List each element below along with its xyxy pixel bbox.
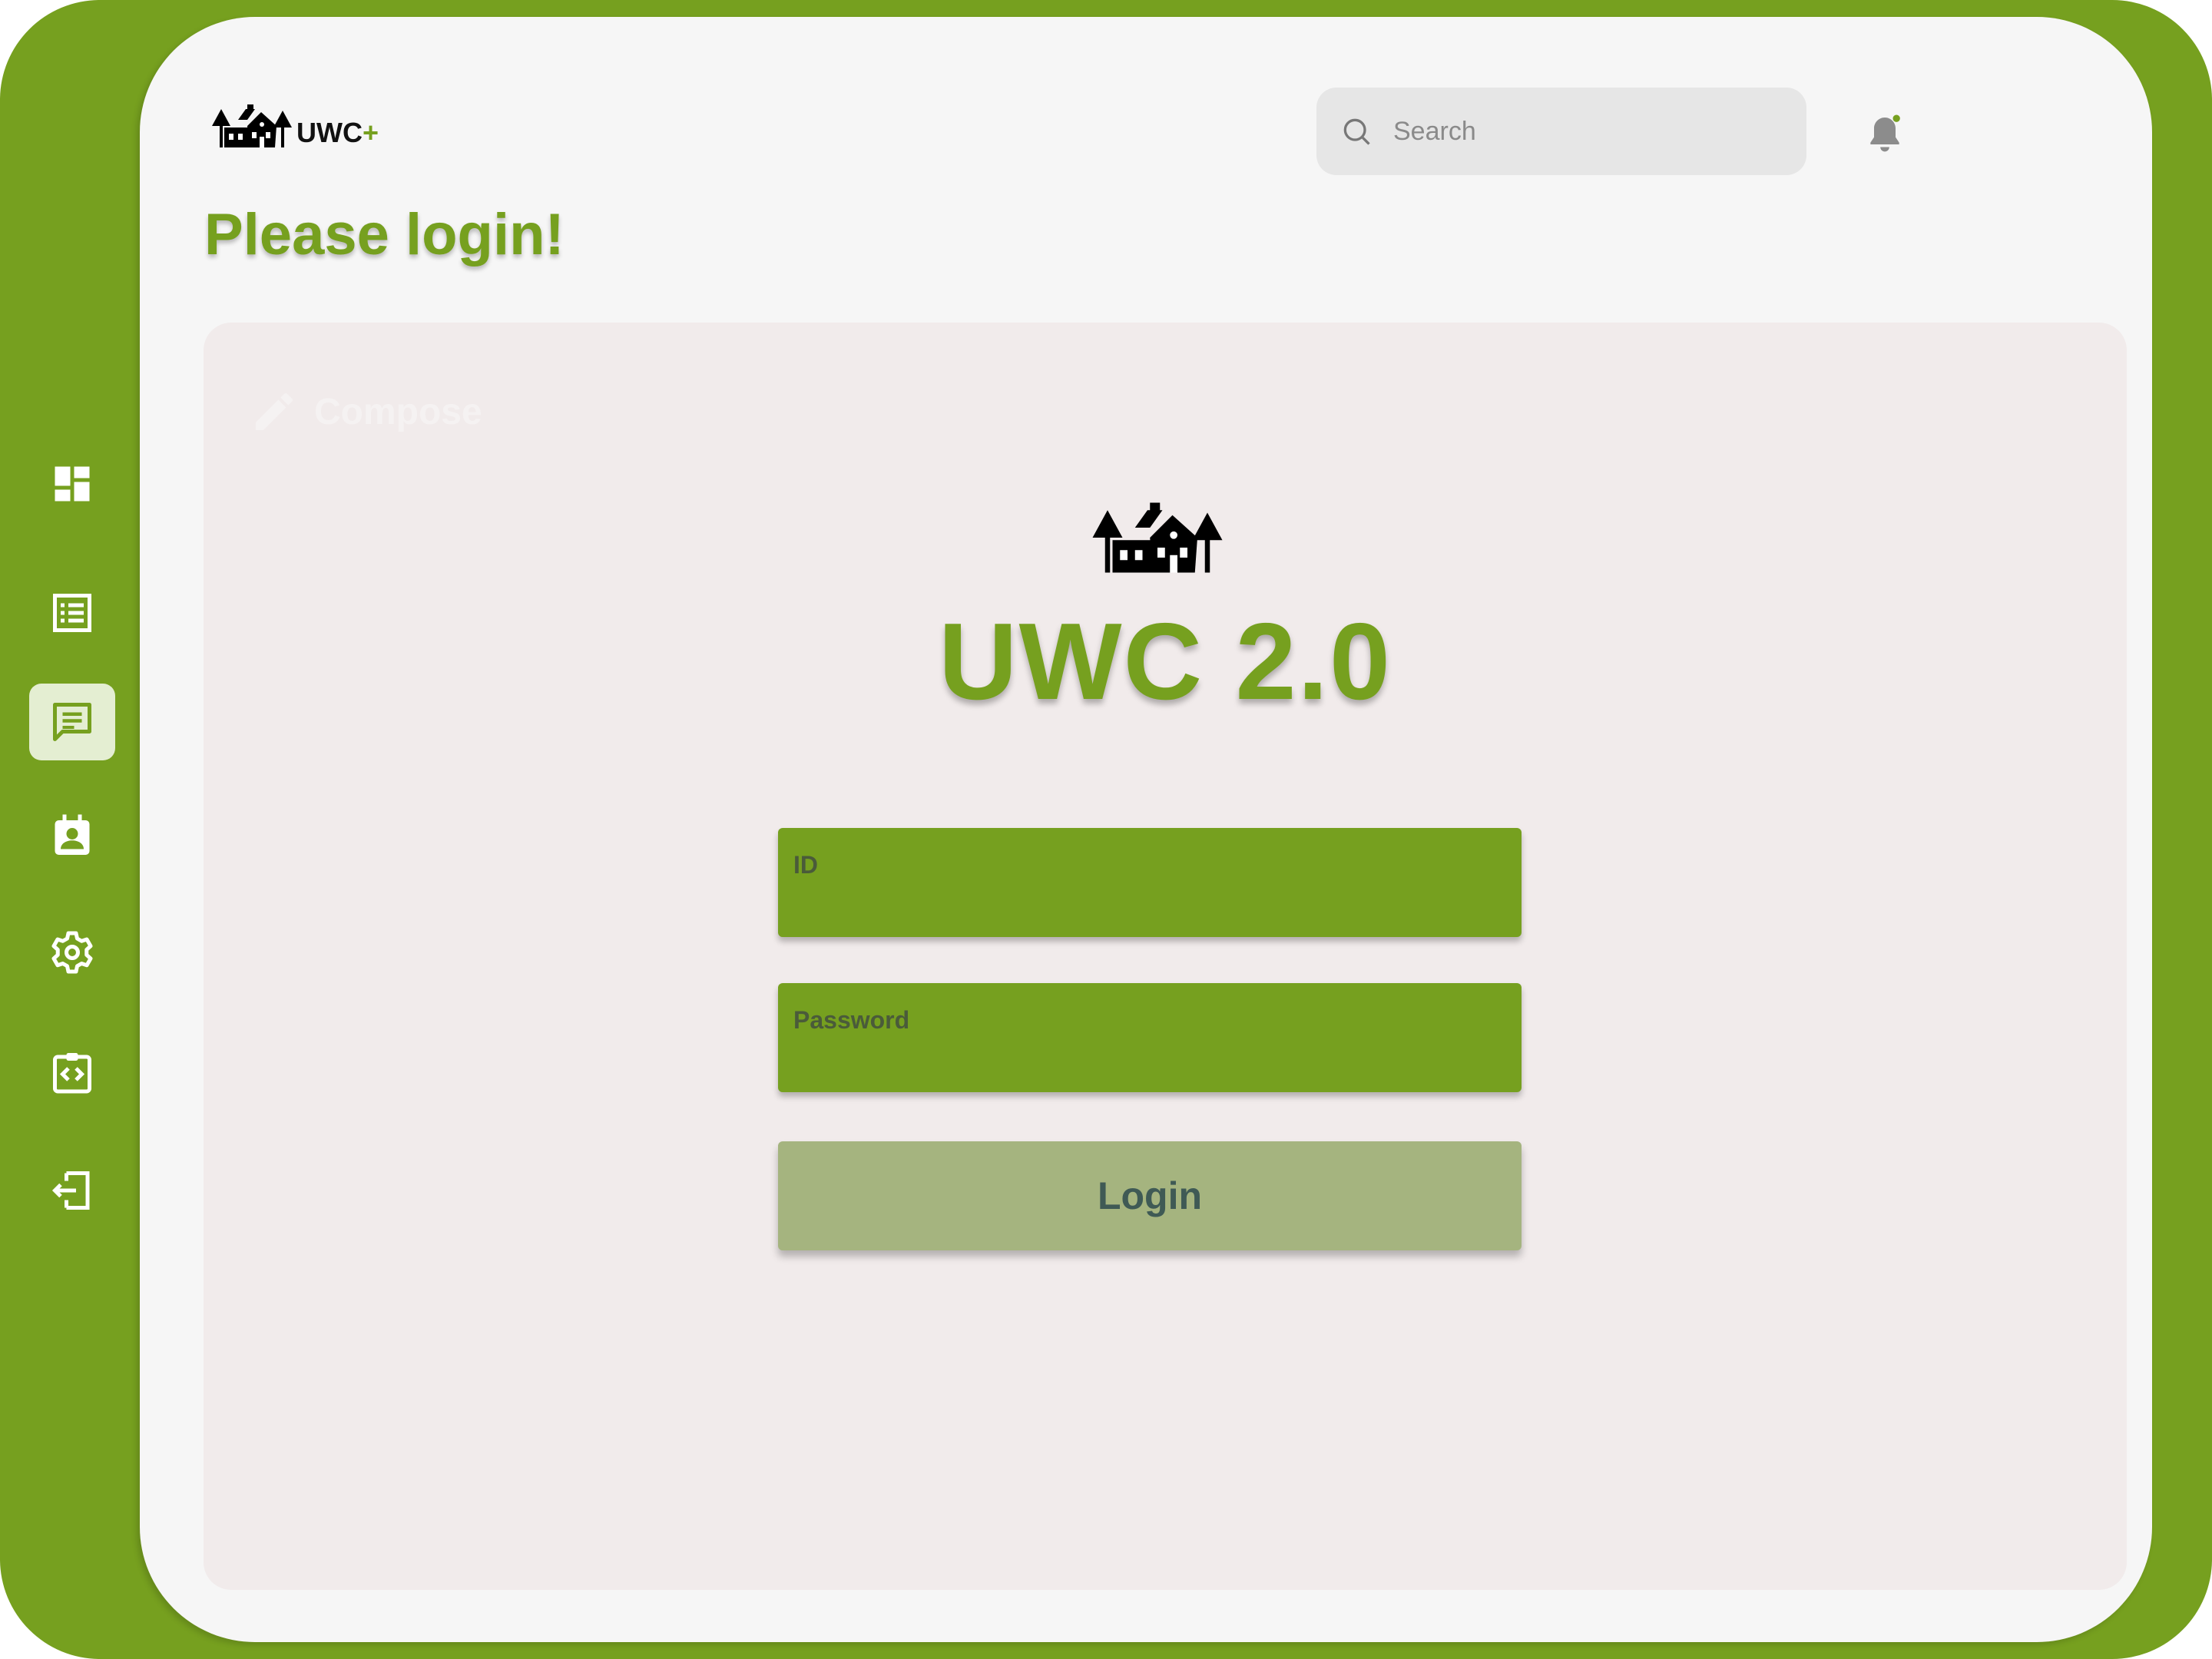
id-input[interactable] (793, 886, 1503, 926)
sidebar-item-settings[interactable] (29, 914, 115, 991)
code-clipboard-icon (53, 1053, 91, 1094)
contact-calendar-icon (55, 814, 90, 855)
compose-ghost: Compose (250, 387, 482, 436)
sidebar-item-dashboard[interactable] (29, 445, 115, 522)
id-field[interactable]: ID (778, 828, 1522, 937)
password-input[interactable] (793, 1041, 1503, 1081)
message-icon (53, 703, 91, 741)
notification-bell-icon[interactable] (1863, 111, 1906, 157)
compose-ghost-label: Compose (314, 391, 482, 432)
pencil-icon (256, 393, 293, 430)
search-bar[interactable] (1316, 88, 1806, 175)
search-input[interactable] (1392, 115, 1794, 147)
logout-icon (51, 1171, 90, 1210)
brand[interactable]: UWC+ (210, 101, 379, 151)
brand-name: UWC+ (296, 117, 379, 148)
login-card: Compose UWC 2.0 ID Password Login (204, 323, 2127, 1590)
list-icon (53, 594, 91, 632)
sidebar-item-messages[interactable] (29, 684, 115, 760)
sidebar-item-code[interactable] (29, 1034, 115, 1111)
village-logo-large-icon (1092, 502, 1223, 573)
main-panel: UWC+ Please login! Compose (140, 17, 2152, 1642)
password-field[interactable]: Password (778, 983, 1522, 1092)
dashboard-icon (55, 466, 90, 502)
page-title: Please login! (204, 202, 565, 267)
sidebar (0, 0, 140, 1659)
app-title: UWC 2.0 (939, 601, 1392, 723)
gear-icon (51, 931, 93, 974)
sidebar-item-list[interactable] (29, 575, 115, 651)
search-icon (1343, 118, 1370, 145)
sidebar-item-contacts[interactable] (29, 797, 115, 874)
login-button[interactable]: Login (778, 1141, 1522, 1250)
village-logo-icon (212, 104, 292, 147)
id-label: ID (793, 851, 818, 879)
password-label: Password (793, 1006, 910, 1034)
app-frame: UWC+ Please login! Compose (0, 0, 2212, 1659)
sidebar-item-logout[interactable] (29, 1152, 115, 1229)
